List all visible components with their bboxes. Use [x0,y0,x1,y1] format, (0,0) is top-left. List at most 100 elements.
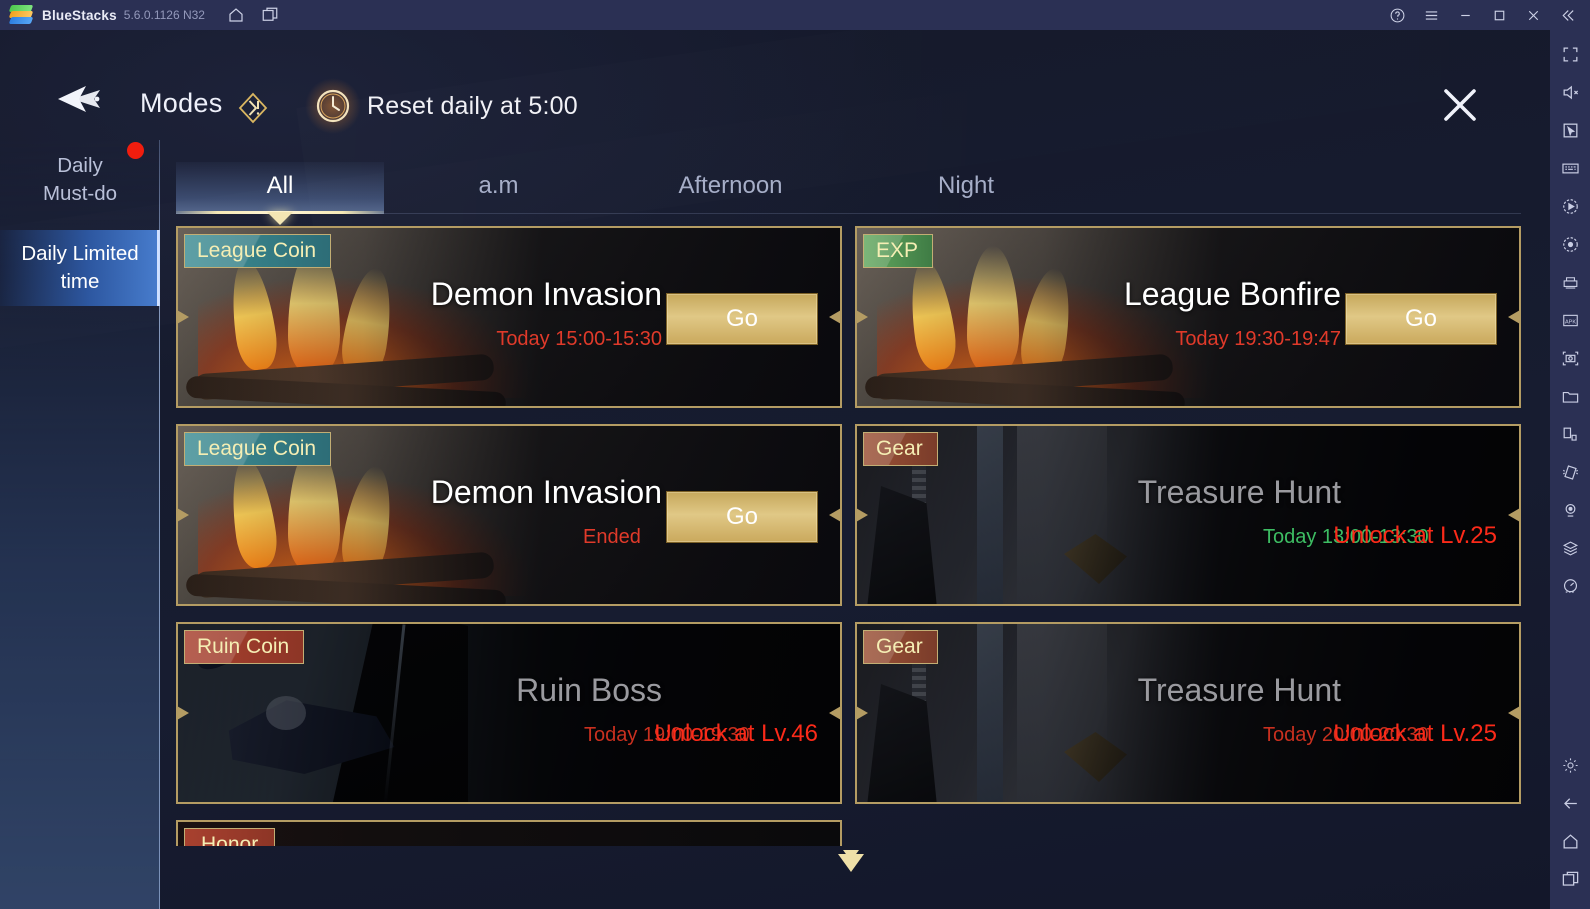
reward-badge: League Coin [184,234,332,268]
event-title: Treasure Hunt [1137,672,1341,708]
reward-badge: Gear [863,630,938,664]
page-title: Modes [140,88,223,118]
sidebar-item-label: Must-do [42,182,118,205]
help-icon[interactable] [1380,0,1414,30]
sidebar-divider [159,140,160,909]
bluestacks-toolbar: APK [1550,30,1590,909]
reward-badge: Honor [184,828,276,846]
info-diamond-icon[interactable] [235,90,271,126]
sidebar: Daily Must-do Daily Limited time [0,140,160,909]
maximize-icon[interactable] [1482,0,1516,30]
unlock-requirement: Unlock at Lv.46 [654,720,818,747]
event-title: League Bonfire [1123,276,1341,312]
event-card[interactable]: Gear Treasure Hunt Today 20:00-20:30 Unl… [855,622,1521,804]
cursor-icon[interactable] [1556,116,1584,144]
reward-badge: League Coin [184,432,332,466]
reward-badge: Ruin Coin [184,630,305,664]
event-card[interactable]: Ruin Coin Ruin Boss Today 19:00-19:30 Un… [176,622,842,804]
go-button[interactable]: Go [1345,293,1497,345]
badge-label: League Coin [197,239,317,262]
event-card-grid: League Coin Demon Invasion Today 15:00-1… [176,226,1521,846]
home-icon[interactable] [227,6,245,24]
event-card[interactable]: EXP League Bonfire Today 19:30-19:47 Go [855,226,1521,408]
rotate-icon[interactable] [1556,420,1584,448]
tab-label: Night [937,172,995,199]
panel-header: Modes Reset daily at 5:00 [0,30,1550,140]
record-icon[interactable] [1556,230,1584,258]
badge-label: League Coin [197,437,317,460]
sidebar-item-label: Daily Limited [21,242,139,265]
tab-all[interactable]: All [176,162,384,225]
window-title-bar: BlueStacks 5.6.0.1126 N32 [0,0,1590,30]
shake-icon[interactable] [1556,458,1584,486]
minimize-icon[interactable] [1448,0,1482,30]
notification-dot [127,142,144,159]
mute-icon[interactable] [1556,78,1584,106]
go-button[interactable]: Go [666,491,818,543]
multi-instance-manager-icon[interactable] [1556,268,1584,296]
tab-am[interactable]: a.m [411,162,586,214]
performance-icon[interactable] [1556,572,1584,600]
location-icon[interactable] [1556,496,1584,524]
event-card-partial[interactable]: Honor [176,820,842,846]
window-controls [1380,0,1590,30]
fullscreen-icon[interactable] [1556,40,1584,68]
macro-play-icon[interactable] [1556,192,1584,220]
unlock-requirement: Unlock at Lv.25 [1333,522,1497,549]
title-bar-left: BlueStacks 5.6.0.1126 N32 [0,5,279,25]
clock-icon [304,77,362,135]
reward-badge: Gear [863,432,938,466]
multi-instance-icon[interactable] [261,6,279,24]
filter-tabs: All a.m Afternoon Night [176,162,1521,225]
app-version: 5.6.0.1126 N32 [123,8,205,22]
scroll-down-caret-icon[interactable] [838,850,864,872]
keyboard-icon[interactable] [1556,154,1584,182]
media-folder-icon[interactable] [1556,382,1584,410]
reset-daily-text: Reset daily at 5:00 [367,91,578,120]
settings-gear-icon[interactable] [1556,751,1584,779]
badge-label: Gear [876,437,923,460]
back-icon[interactable] [1556,789,1584,817]
unlock-requirement: Unlock at Lv.25 [1333,720,1497,747]
screenshot-icon[interactable] [1556,344,1584,372]
event-title: Ruin Boss [516,672,662,708]
event-time: Today 15:00-15:30 [496,328,662,350]
badge-label: Gear [876,635,923,658]
badge-label: Honor [201,833,259,846]
recents-icon[interactable] [1556,865,1584,893]
svg-text:APK: APK [1564,319,1575,325]
tab-label: All [266,172,294,199]
sidebar-item-daily-limited-time[interactable]: Daily Limited time [0,230,160,306]
sidebar-item-label: Daily [57,154,103,177]
layers-icon[interactable] [1556,534,1584,562]
event-card[interactable]: League Coin Demon Invasion Ended Go [176,424,842,606]
back-arrow-icon[interactable] [42,82,102,116]
app-name: BlueStacks [42,7,117,23]
tab-night[interactable]: Night [876,162,1056,214]
badge-label: Ruin Coin [197,635,290,658]
game-viewport: Modes Reset daily at 5:00 Daily Must-do … [0,30,1550,909]
sidebar-item-daily-must-do[interactable]: Daily Must-do [0,140,160,218]
install-apk-icon[interactable]: APK [1556,306,1584,334]
menu-icon[interactable] [1414,0,1448,30]
event-card[interactable]: League Coin Demon Invasion Today 15:00-1… [176,226,842,408]
bluestacks-logo-icon [8,5,34,25]
close-icon[interactable] [1438,83,1482,127]
badge-label: EXP [876,239,919,262]
home-icon[interactable] [1556,827,1584,855]
close-icon[interactable] [1516,0,1550,30]
event-card[interactable]: Gear Treasure Hunt Today 13:00-13:30 Unl… [855,424,1521,606]
event-time: Ended [583,526,641,548]
event-title: Demon Invasion [430,474,662,510]
collapse-sidebar-icon[interactable] [1550,0,1584,30]
event-time: Today 19:30-19:47 [1175,328,1341,350]
tab-label: a.m [478,172,519,199]
go-button[interactable]: Go [666,293,818,345]
tab-label: Afternoon [678,172,783,199]
event-title: Demon Invasion [430,276,662,312]
sidebar-item-label: time [60,270,100,293]
tab-afternoon[interactable]: Afternoon [608,162,853,214]
reward-badge: EXP [863,234,934,268]
reset-timer: Reset daily at 5:00 [304,77,578,135]
event-title: Treasure Hunt [1137,474,1341,510]
